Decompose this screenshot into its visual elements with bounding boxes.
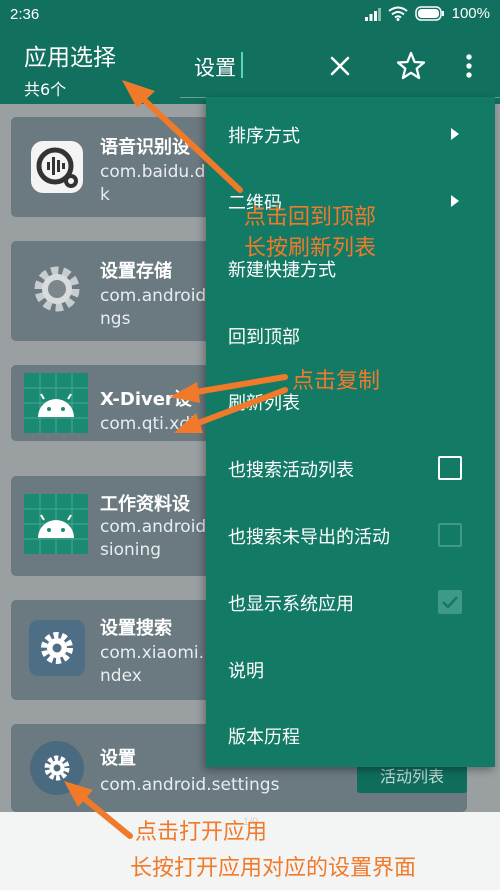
annotation-arrowhead bbox=[170, 382, 200, 403]
annotation-arrow bbox=[137, 93, 243, 193]
annotation-arrow bbox=[190, 387, 288, 428]
annotation-back-to-top: 点击回到顶部 bbox=[244, 205, 377, 230]
annotation-open-app: 点击打开应用 bbox=[135, 820, 268, 845]
annotation-arrow bbox=[187, 374, 288, 396]
annotation-open-settings: 长按打开应用对应的设置界面 bbox=[130, 856, 417, 881]
annotation-refresh: 长按刷新列表 bbox=[244, 236, 377, 261]
annotation-arrowhead bbox=[174, 413, 203, 433]
annotation-arrows bbox=[64, 80, 288, 839]
annotation-arrow bbox=[77, 792, 133, 839]
annotation-copy: 点击复制 bbox=[292, 369, 381, 394]
